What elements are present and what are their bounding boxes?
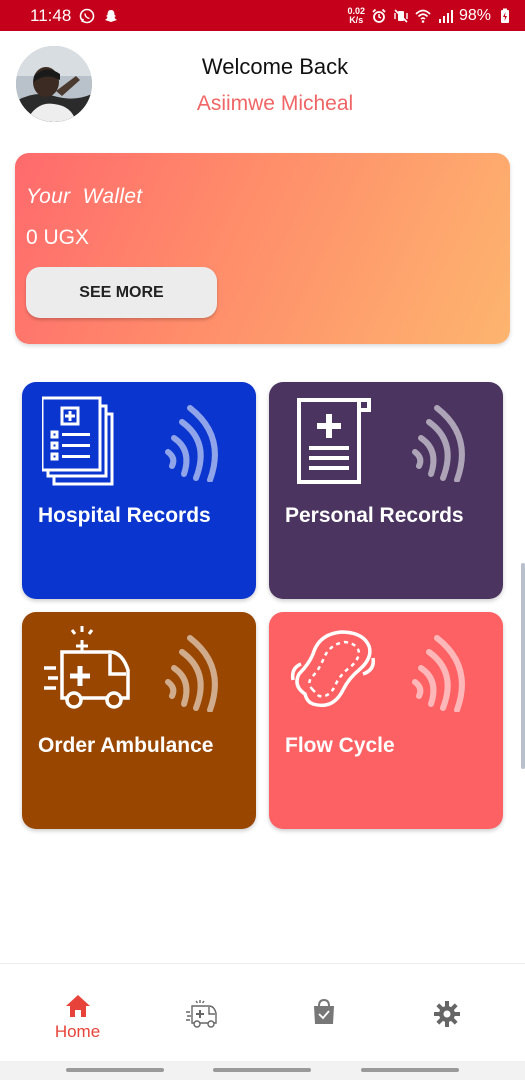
sanitary-pad-icon (290, 630, 376, 708)
nav-home-label: Home (54, 1022, 101, 1041)
system-gesture-bar (0, 1061, 525, 1080)
wifi-icon (415, 9, 431, 23)
settings-icon (433, 1001, 460, 1027)
tile-label: Order Ambulance (38, 734, 214, 757)
gesture-pill[interactable] (213, 1068, 311, 1072)
tile-label: Flow Cycle (285, 734, 395, 757)
wallet-card: Your Wallet 0 UGX SEE MORE (15, 153, 510, 344)
wallet-title: Your Wallet (26, 185, 143, 208)
wallet-balance: 0 UGX (26, 226, 90, 249)
order-ambulance-card[interactable]: Order Ambulance (22, 612, 256, 829)
welcome-text: Welcome Back (201, 54, 349, 79)
profile-photo (16, 46, 92, 122)
ambulance-icon (44, 626, 130, 709)
ambulance-icon (185, 1000, 217, 1028)
see-more-button[interactable]: SEE MORE (26, 267, 217, 318)
alarm-icon (372, 8, 386, 23)
nav-settings[interactable] (381, 964, 512, 1062)
personal-records-card[interactable]: Personal Records (269, 382, 503, 599)
bottom-navigation: Home (0, 963, 525, 1061)
nfc-signal-icon (165, 635, 218, 712)
nav-home[interactable]: Home (12, 964, 143, 1062)
whatsapp-icon (79, 8, 95, 23)
status-bar: 11:48 0.02 K/s 98% (0, 0, 525, 31)
home-icon (65, 995, 90, 1017)
snapchat-icon (105, 9, 118, 22)
scroll-indicator[interactable] (521, 563, 525, 769)
status-time: 11:48 (30, 5, 72, 25)
nfc-signal-icon (165, 405, 218, 482)
nfc-signal-icon (412, 635, 465, 712)
signal-icon (438, 9, 453, 23)
nav-shop[interactable] (258, 964, 389, 1062)
vibrate-mute-icon (394, 8, 408, 23)
shopping-bag-icon (313, 998, 334, 1024)
medical-document-icon (297, 398, 371, 484)
avatar[interactable] (16, 46, 92, 122)
flow-cycle-card[interactable]: Flow Cycle (269, 612, 503, 829)
battery-percent: 98% (458, 6, 491, 24)
gesture-pill[interactable] (66, 1068, 164, 1072)
tile-label: Hospital Records (38, 504, 211, 527)
hospital-records-icon (42, 396, 114, 486)
tile-label: Personal Records (285, 504, 464, 527)
nfc-signal-icon (412, 405, 465, 482)
battery-charging-icon (501, 8, 509, 23)
network-speed: 0.02 K/s (347, 5, 365, 25)
hospital-records-card[interactable]: Hospital Records (22, 382, 256, 599)
nav-ambulance[interactable] (135, 964, 266, 1062)
gesture-pill[interactable] (361, 1068, 459, 1072)
app-screen: 11:48 0.02 K/s 98% Welcome Back Asiimwe … (0, 0, 525, 1080)
user-name: Asiimwe Micheal (196, 92, 354, 115)
